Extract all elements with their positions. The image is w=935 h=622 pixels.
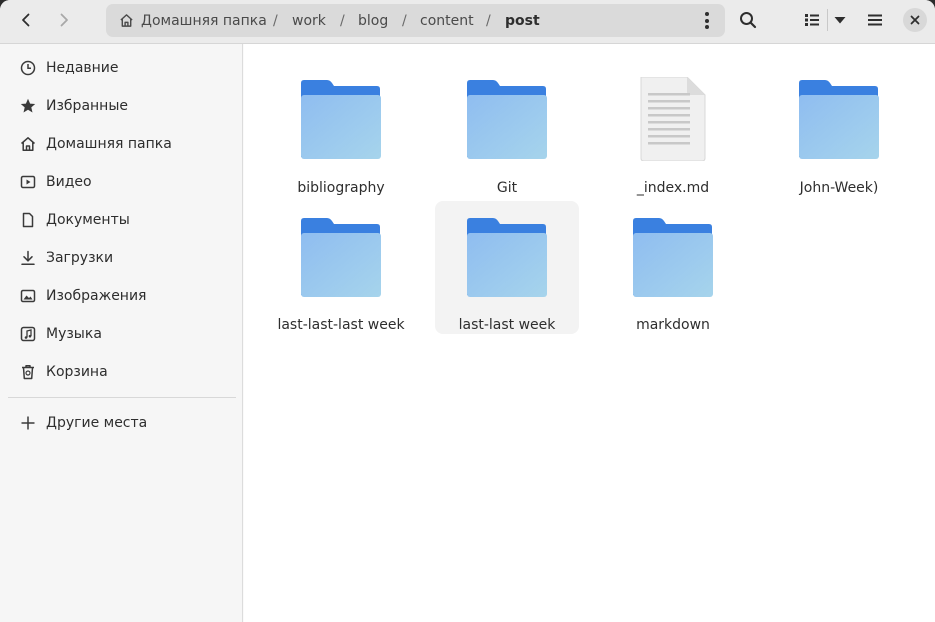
breadcrumb-work[interactable]: work xyxy=(292,4,326,37)
sidebar-item-downloads[interactable]: Загрузки xyxy=(8,240,236,276)
breadcrumb-post[interactable]: post xyxy=(505,4,540,37)
file-manager-window: Домашняя папка / work / blog / content /… xyxy=(0,0,935,622)
sidebar-item-recent[interactable]: Недавние xyxy=(8,50,236,86)
file-name: _index.md xyxy=(636,180,710,196)
home-icon xyxy=(120,14,133,27)
breadcrumb-separator: / xyxy=(402,12,407,29)
search-button[interactable] xyxy=(732,6,764,34)
chevron-left-icon xyxy=(22,13,30,27)
music-icon xyxy=(20,326,36,342)
back-button[interactable] xyxy=(10,6,42,34)
sidebar-item-label: Документы xyxy=(46,212,130,228)
breadcrumb-separator: / xyxy=(486,12,491,29)
sidebar-item-label: Видео xyxy=(46,174,92,190)
header-bar: Домашняя папка / work / blog / content /… xyxy=(0,0,935,44)
hamburger-icon xyxy=(868,14,882,26)
list-view-icon xyxy=(805,14,819,26)
trash-icon xyxy=(22,365,34,380)
folder-icon xyxy=(301,80,381,159)
file-item-index-md[interactable]: _index.md xyxy=(601,47,745,196)
file-item-last-last-week[interactable]: last-last week xyxy=(435,201,579,334)
text-file-icon xyxy=(640,77,706,161)
file-name: John-Week) xyxy=(799,180,879,196)
file-name: markdown xyxy=(636,317,710,333)
folder-icon xyxy=(467,218,547,297)
breadcrumb-blog[interactable]: blog xyxy=(358,4,388,37)
folder-icon xyxy=(633,218,713,297)
file-grid: bibliography Git _index.md John-Week) la… xyxy=(244,44,935,622)
file-item-git[interactable]: Git xyxy=(435,47,579,196)
sidebar-item-music[interactable]: Музыка xyxy=(8,316,236,352)
path-bar: Домашняя папка / work / blog / content /… xyxy=(106,4,725,37)
image-icon xyxy=(20,289,36,303)
folder-icon xyxy=(467,80,547,159)
sidebar-item-label: Избранные xyxy=(46,98,128,114)
sidebar-item-label: Музыка xyxy=(46,326,102,342)
close-button[interactable] xyxy=(903,8,927,32)
search-icon xyxy=(740,12,757,29)
file-name: Git xyxy=(496,180,518,196)
video-icon xyxy=(20,175,36,189)
view-options-button[interactable] xyxy=(824,6,856,34)
star-icon xyxy=(20,98,36,113)
sidebar: Недавние Избранные Домашняя папка Видео xyxy=(0,44,243,622)
main-menu-button[interactable] xyxy=(859,6,891,34)
sidebar-divider xyxy=(8,397,236,398)
document-icon xyxy=(22,212,34,228)
breadcrumb-home[interactable]: Домашняя папка xyxy=(141,4,267,37)
sidebar-item-other-places[interactable]: Другие места xyxy=(8,405,236,441)
download-icon xyxy=(21,250,35,266)
sidebar-item-home[interactable]: Домашняя папка xyxy=(8,126,236,162)
sidebar-item-label: Загрузки xyxy=(46,250,114,266)
sidebar-item-label: Другие места xyxy=(46,415,148,431)
folder-icon xyxy=(799,80,879,159)
sidebar-item-label: Изображения xyxy=(46,288,147,304)
breadcrumb-separator: / xyxy=(340,12,345,29)
dropdown-arrow-icon xyxy=(834,17,846,24)
sidebar-item-starred[interactable]: Избранные xyxy=(8,88,236,124)
breadcrumb-content[interactable]: content xyxy=(420,4,474,37)
close-icon xyxy=(910,15,920,25)
sidebar-item-label: Корзина xyxy=(46,364,108,380)
path-menu-button[interactable] xyxy=(699,12,715,29)
home-icon xyxy=(21,137,35,151)
breadcrumb-separator: / xyxy=(273,12,278,29)
sidebar-item-label: Домашняя папка xyxy=(46,136,172,152)
sidebar-item-label: Недавние xyxy=(46,60,119,76)
forward-button[interactable] xyxy=(48,6,80,34)
sidebar-item-trash[interactable]: Корзина xyxy=(8,354,236,390)
file-item-last-last-last-week[interactable]: last-last-last week xyxy=(269,201,413,334)
file-name: last-last week xyxy=(458,317,556,333)
sidebar-item-videos[interactable]: Видео xyxy=(8,164,236,200)
sidebar-item-documents[interactable]: Документы xyxy=(8,202,236,238)
sidebar-item-pictures[interactable]: Изображения xyxy=(8,278,236,314)
clock-icon xyxy=(20,60,36,76)
folder-icon xyxy=(301,218,381,297)
file-item-bibliography[interactable]: bibliography xyxy=(269,47,413,196)
chevron-right-icon xyxy=(60,13,68,27)
file-name: bibliography xyxy=(297,180,385,196)
file-item-john-week[interactable]: John-Week) xyxy=(767,47,911,196)
file-item-markdown[interactable]: markdown xyxy=(601,201,745,334)
file-name: last-last-last week xyxy=(277,317,405,333)
plus-icon xyxy=(21,416,35,430)
